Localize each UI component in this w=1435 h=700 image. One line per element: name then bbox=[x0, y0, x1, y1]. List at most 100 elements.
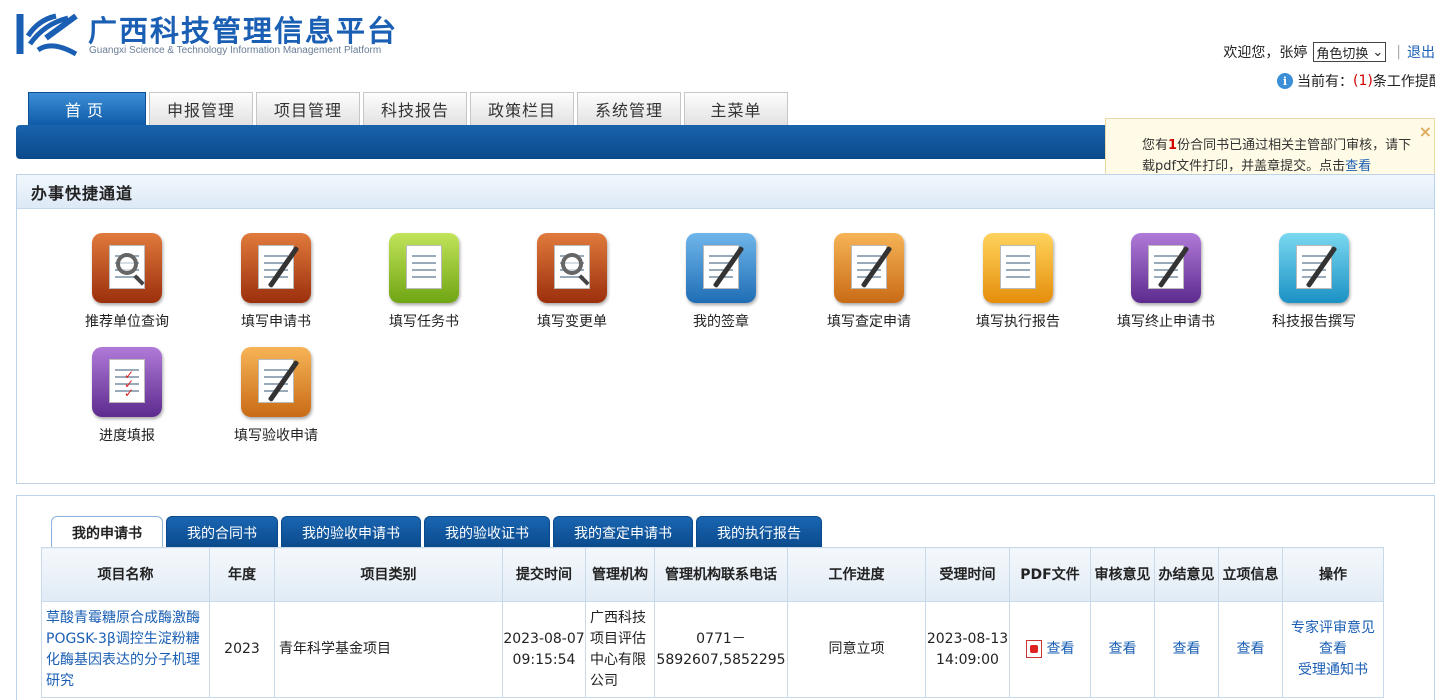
quick-item-label: 填写执行报告 bbox=[976, 314, 1060, 330]
doc-pen-icon bbox=[1279, 233, 1349, 303]
quick-access-panel: 办事快捷通道 推荐单位查询 填写申请书 填写任务书 填写变更单 我的签章 填写查… bbox=[16, 174, 1435, 484]
conclusion-view-link[interactable]: 查看 bbox=[1154, 601, 1219, 698]
divider: | bbox=[1396, 44, 1401, 60]
quick-item-label: 推荐单位查询 bbox=[85, 314, 169, 330]
work-reminder[interactable]: i 当前有： (1) 条工作提醒 bbox=[1277, 71, 1435, 91]
phone-cell: 0771－5892607,5852295 bbox=[654, 601, 788, 698]
quick-item-label: 填写申请书 bbox=[241, 314, 311, 330]
pdf-icon bbox=[1025, 640, 1042, 658]
table-header-row: 项目名称 年度 项目类别 提交时间 管理机构 管理机构联系电话 工作进度 受理时… bbox=[41, 547, 1384, 602]
quick-item-fill-task[interactable]: 填写任务书 bbox=[354, 233, 494, 331]
col-header: 管理机构 bbox=[585, 547, 655, 602]
checklist-icon: ✓ ✓ ✓ bbox=[92, 347, 162, 417]
clipboard-pen-icon bbox=[834, 233, 904, 303]
col-header: 年度 bbox=[209, 547, 275, 602]
popup-view-link[interactable]: 查看 bbox=[1345, 159, 1371, 174]
quick-item-label: 填写变更单 bbox=[537, 314, 607, 330]
category-cell: 青年科学基金项目 bbox=[274, 601, 503, 698]
form-pen-icon bbox=[241, 233, 311, 303]
project-name-link[interactable]: 草酸青霉糖原合成酶激酶POGSK-3β调控生淀粉糖化酶基因表达的分子机理研究 bbox=[41, 601, 210, 698]
platform-title: 广西科技管理信息平台 bbox=[88, 14, 399, 48]
col-header: 工作进度 bbox=[787, 547, 926, 602]
info-icon: i bbox=[1277, 73, 1293, 89]
chevron-down-icon: ⌄ bbox=[1372, 44, 1384, 60]
table-row: 草酸青霉糖原合成酶激酶POGSK-3β调控生淀粉糖化酶基因表达的分子机理研究 2… bbox=[41, 601, 1384, 698]
nav-tab-policy[interactable]: 政策栏目 bbox=[470, 92, 574, 125]
nav-tab-system[interactable]: 系统管理 bbox=[577, 92, 681, 125]
doc-pen-icon bbox=[1131, 233, 1201, 303]
quick-item-fill-check[interactable]: 填写查定申请 bbox=[799, 233, 939, 331]
col-header: 办结意见 bbox=[1154, 547, 1219, 602]
popup-text-a: 您有 bbox=[1142, 138, 1169, 153]
my-documents-panel: 我的申请书 我的合同书 我的验收申请书 我的验收证书 我的查定申请书 我的执行报… bbox=[16, 495, 1435, 700]
clipboard-pen-icon bbox=[241, 347, 311, 417]
quick-item-label: 进度填报 bbox=[99, 428, 155, 444]
col-header: 受理时间 bbox=[925, 547, 1010, 602]
tab-my-acceptance-applications[interactable]: 我的验收申请书 bbox=[281, 516, 421, 548]
org-cell: 广西科技项目评估中心有限公司 bbox=[585, 601, 655, 698]
reminder-count: (1) bbox=[1353, 73, 1373, 89]
tab-my-acceptance-certificates[interactable]: 我的验收证书 bbox=[424, 516, 550, 548]
stacked-docs-icon bbox=[983, 233, 1053, 303]
expert-review-link[interactable]: 专家评审意见 bbox=[1283, 618, 1383, 639]
approval-view-link[interactable]: 查看 bbox=[1218, 601, 1283, 698]
review-view-link[interactable]: 查看 bbox=[1090, 601, 1155, 698]
col-header: 审核意见 bbox=[1090, 547, 1155, 602]
role-switch-select[interactable]: 角色切换 ⌄ bbox=[1313, 42, 1387, 62]
popup-count: 1 bbox=[1168, 138, 1178, 153]
pdf-cell: 查看 bbox=[1009, 601, 1091, 698]
main-nav: 首页 申报管理 项目管理 科技报告 政策栏目 系统管理 主菜单 bbox=[28, 92, 788, 126]
close-icon[interactable]: × bbox=[1419, 121, 1432, 142]
welcome-text: 欢迎您，张婷 bbox=[1223, 45, 1308, 61]
view-link[interactable]: 查看 bbox=[1283, 639, 1383, 660]
quick-item-label: 填写任务书 bbox=[389, 314, 459, 330]
quick-item-label: 填写验收申请 bbox=[234, 428, 318, 444]
platform-subtitle: Guangxi Science & Technology Information… bbox=[89, 45, 382, 56]
nav-tab-home[interactable]: 首页 bbox=[28, 92, 146, 125]
accept-time-cell: 2023-08-13 14:09:00 bbox=[925, 601, 1010, 698]
magnifier-doc-icon bbox=[537, 233, 607, 303]
tab-my-contracts[interactable]: 我的合同书 bbox=[166, 516, 278, 548]
quick-item-tech-report[interactable]: 科技报告撰写 bbox=[1244, 233, 1384, 331]
nav-tab-application[interactable]: 申报管理 bbox=[149, 92, 253, 125]
role-switch-label: 角色切换 bbox=[1316, 46, 1369, 62]
document-tabs: 我的申请书 我的合同书 我的验收申请书 我的验收证书 我的查定申请书 我的执行报… bbox=[51, 516, 822, 549]
nav-tab-main-menu[interactable]: 主菜单 bbox=[684, 92, 788, 125]
quick-item-progress[interactable]: ✓ ✓ ✓ 进度填报 bbox=[57, 347, 197, 445]
col-header: 项目类别 bbox=[274, 547, 503, 602]
doc-pen-icon bbox=[686, 233, 756, 303]
quick-item-fill-acceptance[interactable]: 填写验收申请 bbox=[206, 347, 346, 445]
col-header: 项目名称 bbox=[41, 547, 210, 602]
col-header: 提交时间 bbox=[502, 547, 586, 602]
col-header: 操作 bbox=[1282, 547, 1384, 602]
tab-my-execution-reports[interactable]: 我的执行报告 bbox=[696, 516, 822, 548]
quick-item-fill-change[interactable]: 填写变更单 bbox=[502, 233, 642, 331]
col-header: PDF文件 bbox=[1009, 547, 1091, 602]
nav-tab-reports[interactable]: 科技报告 bbox=[363, 92, 467, 125]
reminder-suffix: 条工作提醒 bbox=[1372, 74, 1435, 90]
quick-item-label: 科技报告撰写 bbox=[1272, 314, 1356, 330]
quick-item-label: 我的签章 bbox=[693, 314, 749, 330]
reminder-prefix: 当前有： bbox=[1297, 74, 1353, 90]
quick-item-fill-execution[interactable]: 填写执行报告 bbox=[948, 233, 1088, 331]
quick-access-title: 办事快捷通道 bbox=[17, 175, 1434, 209]
magnifier-doc-icon bbox=[92, 233, 162, 303]
quick-item-my-signature[interactable]: 我的签章 bbox=[651, 233, 791, 331]
applications-table: 项目名称 年度 项目类别 提交时间 管理机构 管理机构联系电话 工作进度 受理时… bbox=[41, 547, 1384, 698]
quick-item-label: 填写查定申请 bbox=[827, 314, 911, 330]
year-cell: 2023 bbox=[209, 601, 275, 698]
pdf-view-link[interactable]: 查看 bbox=[1047, 641, 1075, 657]
quick-item-fill-termination[interactable]: 填写终止申请书 bbox=[1096, 233, 1236, 331]
logout-link[interactable]: 退出 bbox=[1407, 42, 1435, 62]
tab-my-check-applications[interactable]: 我的查定申请书 bbox=[553, 516, 693, 548]
col-header: 管理机构联系电话 bbox=[654, 547, 788, 602]
header: 广西科技管理信息平台 Guangxi Science & Technology … bbox=[0, 0, 1435, 92]
quick-item-fill-application[interactable]: 填写申请书 bbox=[206, 233, 346, 331]
nav-tab-projects[interactable]: 项目管理 bbox=[256, 92, 360, 125]
acceptance-notice-link[interactable]: 受理通知书 bbox=[1283, 660, 1383, 681]
quick-item-recommend-query[interactable]: 推荐单位查询 bbox=[57, 233, 197, 331]
progress-cell: 同意立项 bbox=[787, 601, 926, 698]
tab-my-applications[interactable]: 我的申请书 bbox=[51, 516, 163, 549]
col-header: 立项信息 bbox=[1218, 547, 1283, 602]
user-area: 欢迎您，张婷 角色切换 ⌄ | 退出 bbox=[1223, 41, 1435, 63]
